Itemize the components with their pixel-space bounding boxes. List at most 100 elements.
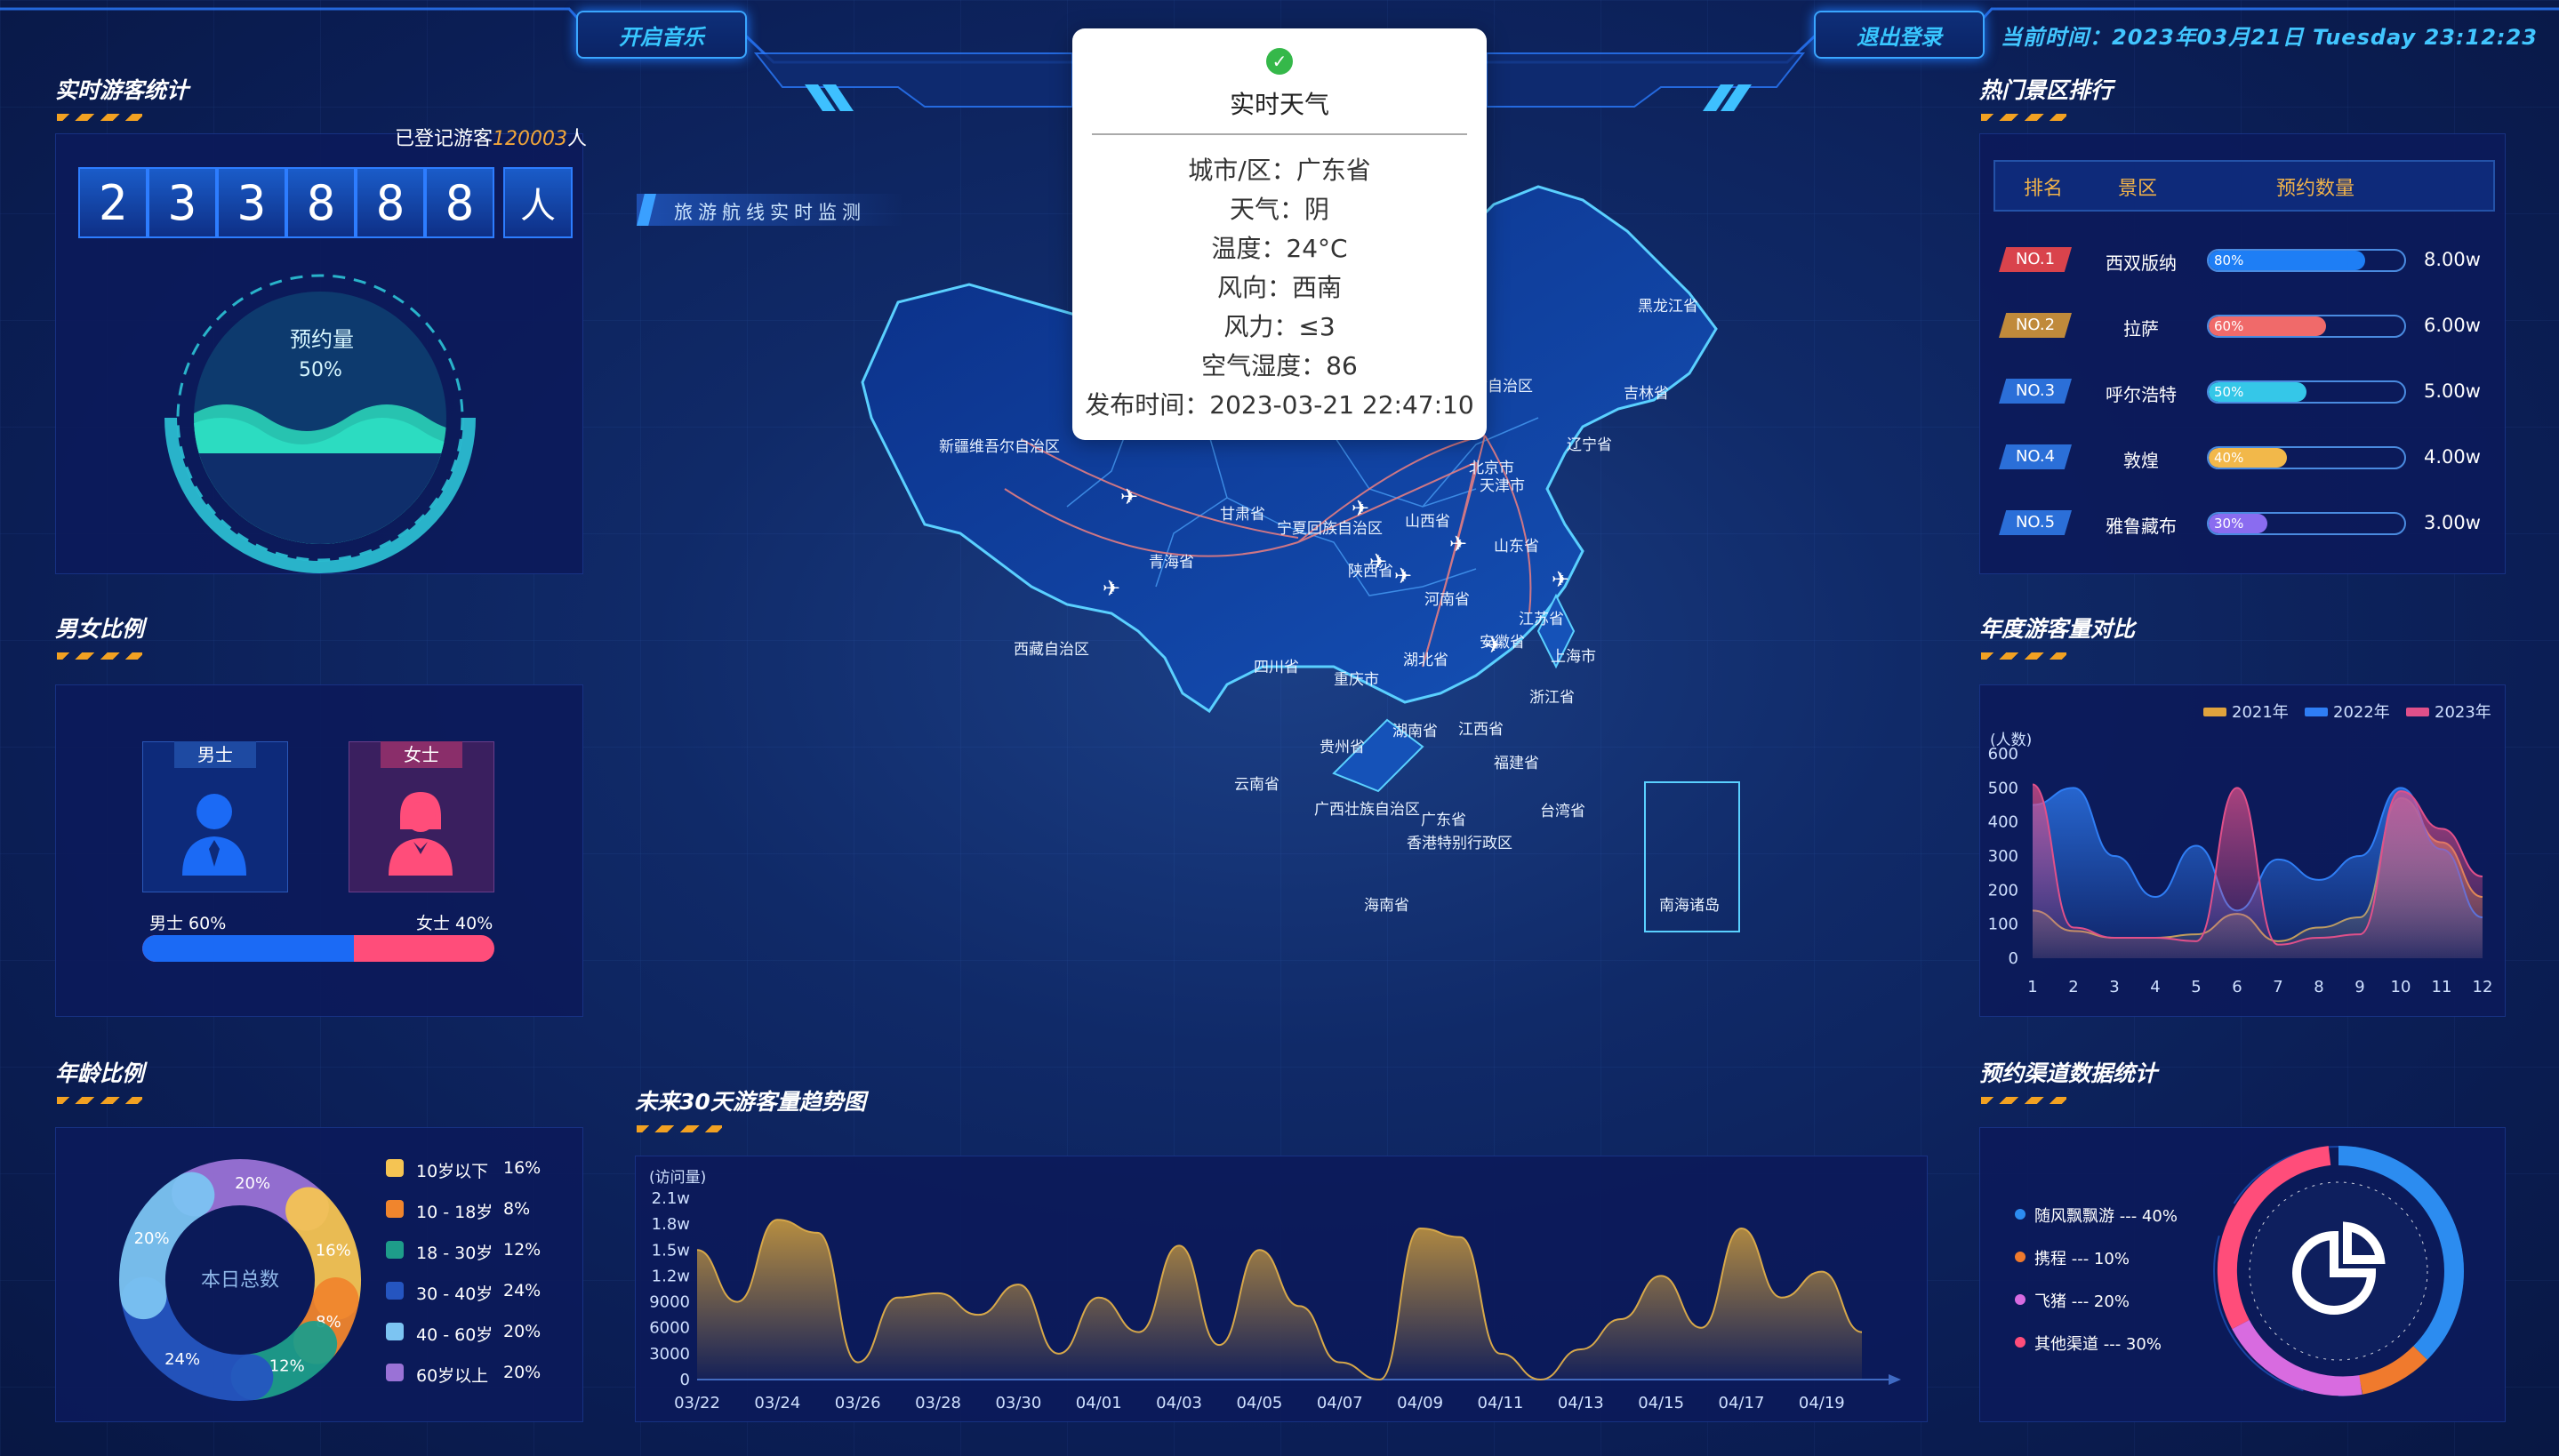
province-label: 四川省 — [1254, 659, 1299, 676]
reservation-gauge — [164, 274, 476, 573]
yearly-xtick: 2 — [2068, 978, 2078, 996]
province-label: 天津市 — [1480, 477, 1525, 495]
registered-visitors: 已登记游客120003人 — [395, 123, 587, 151]
gauge-value: 50% — [299, 359, 342, 381]
trend-xtick: 04/17 — [1719, 1394, 1765, 1412]
age-legend-percent: 8% — [503, 1199, 531, 1219]
rank-progress-bar: 60% — [2207, 315, 2406, 338]
yearly-legend-swatch — [2203, 708, 2226, 716]
province-label: 新疆维吾尔自治区 — [939, 438, 1060, 456]
counter-digit: 3 — [217, 167, 286, 238]
yearly-legend-swatch — [2406, 708, 2429, 716]
counter-digit: 2 — [78, 167, 148, 238]
yearly-ytick: 200 — [1988, 881, 2018, 900]
title-stripe — [1981, 1097, 2066, 1104]
trend-xtick: 04/11 — [1478, 1394, 1524, 1412]
weather-condition: 天气：阴 — [1229, 195, 1329, 224]
age-ring-label: 20% — [235, 1174, 270, 1193]
age-center-label: 本日总数 — [201, 1269, 280, 1292]
yearly-ytick: 600 — [1988, 745, 2018, 764]
age-legend-label: 10 - 18岁 — [416, 1203, 493, 1222]
yearly-xtick: 4 — [2150, 978, 2160, 996]
banner-accent — [637, 194, 656, 226]
age-legend-label: 10岁以下 — [416, 1162, 489, 1181]
yearly-legend-label: 2022年 — [2333, 703, 2390, 722]
province-label: 辽宁省 — [1567, 436, 1612, 454]
counter-unit: 人 — [503, 167, 573, 238]
trend-xtick: 04/15 — [1638, 1394, 1684, 1412]
rank-progress-bar: 80% — [2207, 249, 2406, 272]
rank-progress-fill: 40% — [2209, 448, 2287, 468]
title-stripe — [57, 1097, 142, 1104]
province-label: 西藏自治区 — [1014, 641, 1089, 659]
age-legend-label: 30 - 40岁 — [416, 1284, 493, 1304]
weather-wind-force: 风力：≤3 — [1223, 312, 1336, 341]
rank-value: 6.00w — [2424, 315, 2481, 336]
province-label: 黑龙江省 — [1638, 298, 1698, 316]
left-chevrons — [805, 84, 854, 111]
trend-ylabel: (访问量) — [649, 1169, 706, 1187]
ranking-header-rank: 排名 — [2024, 178, 2064, 200]
female-percent: 女士 40% — [416, 914, 493, 933]
male-ratio-fill — [142, 935, 354, 962]
logout-button[interactable]: 退出登录 — [1814, 11, 1985, 59]
province-label: 台湾省 — [1540, 803, 1585, 820]
yearly-xtick: 12 — [2473, 978, 2493, 996]
age-ring-label: 16% — [316, 1241, 351, 1260]
trend-xtick: 04/07 — [1317, 1394, 1363, 1412]
male-icon — [182, 794, 246, 876]
trend-xtick: 03/26 — [835, 1394, 881, 1412]
rank-badge: NO.4 — [1999, 444, 2072, 469]
rank-badge: NO.5 — [1999, 510, 2072, 535]
province-label: 香港特别行政区 — [1407, 835, 1512, 852]
svg-text:✈: ✈ — [1449, 532, 1467, 556]
trend-ytick: 1.8w — [652, 1215, 690, 1234]
registered-suffix: 人 — [567, 128, 588, 150]
trend-xtick: 03/30 — [995, 1394, 1041, 1412]
rank-progress-fill: 80% — [2209, 251, 2365, 270]
title-stripe — [1981, 114, 2066, 121]
music-button[interactable]: 开启音乐 — [576, 11, 747, 59]
age-legend-swatch — [386, 1323, 404, 1340]
counter-digit: 8 — [356, 167, 425, 238]
weather-publish-time: 发布时间：2023-03-21 22:47:10 — [1085, 390, 1474, 420]
age-legend-label: 18 - 30岁 — [416, 1244, 493, 1263]
channel-legend-label: 携程 --- 10% — [2034, 1250, 2130, 1268]
channel-legend-label: 其他渠道 --- 30% — [2034, 1335, 2162, 1354]
trend-chart: (访问量) 0 3000 6000 9000 1.2w 1.5w 1.8w 2.1w 03/22 0… — [649, 1169, 1901, 1412]
yearly-ytick: 400 — [1988, 813, 2018, 832]
registered-count: 120003 — [493, 128, 567, 150]
trend-xtick: 04/01 — [1076, 1394, 1122, 1412]
weather-temperature: 温度：24°C — [1211, 234, 1348, 263]
rank-badge: NO.3 — [1999, 379, 2072, 404]
rank-progress-bar: 50% — [2207, 380, 2406, 404]
rank-spot-name: 西双版纳 — [2106, 252, 2177, 274]
ranking-header — [1993, 160, 2495, 212]
age-legend-percent: 12% — [503, 1240, 541, 1260]
yearly-chart: (人数)01002003004005006001 2 3 4 5 6 7 8 9 10 11 1220… — [1988, 703, 2493, 996]
age-legend-percent: 16% — [503, 1158, 541, 1178]
weather-popup: ✓ 实时天气 城市/区：广东省 天气：阴 温度：24°C 风向：西南 风力：≤3… — [1072, 28, 1487, 440]
yearly-xtick: 1 — [2027, 978, 2037, 996]
province-label: 吉林省 — [1624, 385, 1669, 403]
age-ring-label: 20% — [134, 1229, 170, 1248]
age-legend-swatch — [386, 1364, 404, 1381]
rank-badge: NO.2 — [1999, 313, 2072, 338]
age-legend-swatch — [386, 1241, 404, 1259]
trend-xtick: 04/09 — [1397, 1394, 1443, 1412]
age-legend-label: 40 - 60岁 — [416, 1325, 493, 1345]
female-icon — [389, 792, 453, 876]
gender-title: 男女比例 — [55, 616, 145, 642]
province-label: 山西省 — [1405, 513, 1450, 531]
svg-text:✈: ✈ — [1103, 576, 1120, 601]
svg-text:✈: ✈ — [1120, 484, 1138, 509]
age-legend-swatch — [386, 1200, 404, 1218]
male-percent: 男士 60% — [149, 914, 227, 933]
yearly-ytick: 300 — [1988, 847, 2018, 866]
trend-xtick: 03/22 — [674, 1394, 720, 1412]
age-legend-percent: 24% — [503, 1281, 541, 1300]
channels-title: 预约渠道数据统计 — [1979, 1060, 2158, 1086]
yearly-legend-label: 2023年 — [2435, 703, 2491, 722]
channel-legend-dot — [2015, 1252, 2026, 1262]
ranking-title: 热门景区排行 — [1979, 77, 2114, 103]
